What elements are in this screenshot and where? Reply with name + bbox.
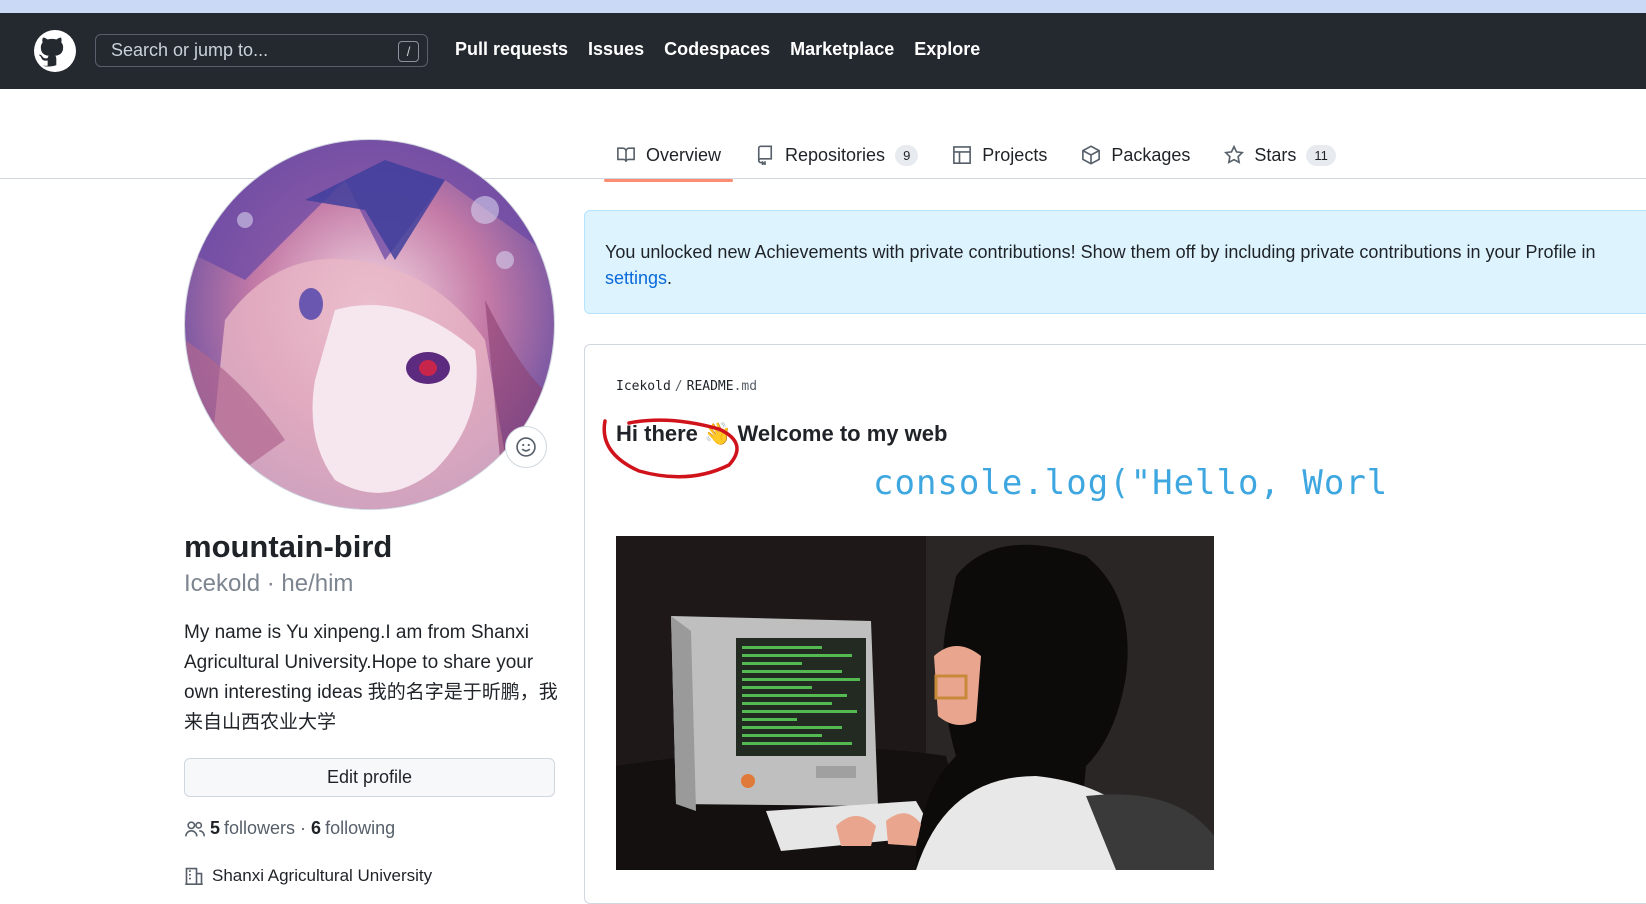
nav-pull-requests[interactable]: Pull requests [455, 39, 568, 60]
profile-readme: Icekold / README.md Hi there 👋 Welcome to … [584, 344, 1646, 904]
stars-count: 11 [1306, 144, 1336, 166]
following-link[interactable]: 6 following [311, 818, 395, 839]
tab-packages-label: Packages [1111, 144, 1191, 165]
readme-owner[interactable]: Icekold [616, 379, 671, 394]
nav-explore[interactable]: Explore [914, 39, 980, 60]
tab-overview-label: Overview [646, 144, 722, 165]
nav-codespaces[interactable]: Codespaces [664, 39, 770, 60]
red-annotation-circle [602, 418, 739, 479]
readme-filename[interactable]: README [687, 379, 734, 394]
nav-issues[interactable]: Issues [588, 39, 644, 60]
book-icon [617, 147, 635, 163]
readme-extension: .md [733, 379, 758, 394]
nav-marketplace[interactable]: Marketplace [790, 39, 894, 60]
path-separator: / [674, 379, 683, 394]
repositories-count: 9 [895, 144, 919, 166]
profile-organization: Shanxi Agricultural University [184, 866, 432, 886]
profile-tabs: Overview Repositories 9 Projects Package… [604, 130, 1358, 182]
browser-strip [0, 0, 1646, 13]
smiley-icon [516, 437, 536, 457]
github-logo-icon[interactable] [34, 30, 76, 72]
edit-profile-button[interactable]: Edit profile [184, 758, 555, 797]
star-icon [1224, 145, 1245, 164]
search-input[interactable]: Search or jump to... / [95, 34, 428, 67]
package-icon [1082, 145, 1101, 165]
tab-overview[interactable]: Overview [604, 130, 734, 182]
tab-repositories[interactable]: Repositories 9 [743, 130, 930, 180]
table-icon [953, 146, 972, 164]
tab-projects-label: Projects [982, 144, 1048, 165]
profile-bio: My name is Yu xinpeng.I am from Shanxi A… [184, 622, 558, 733]
settings-link[interactable]: settings [605, 268, 667, 288]
tab-repositories-label: Repositories [785, 144, 886, 165]
avatar-container [184, 139, 555, 510]
set-status-button[interactable] [505, 426, 547, 468]
followers-count: 5 [210, 818, 221, 838]
followers-label: followers [224, 818, 296, 838]
tab-stars-label: Stars [1254, 144, 1297, 165]
achievements-banner: You unlocked new Achievements with priva… [584, 210, 1646, 314]
tab-stars[interactable]: Stars 11 [1212, 130, 1348, 180]
search-placeholder: Search or jump to... [111, 40, 269, 60]
console-typing-text: console.log("Hello, Worl [873, 463, 1389, 503]
following-label: following [325, 818, 396, 838]
organization-name: Shanxi Agricultural University [212, 866, 433, 885]
global-header: Search or jump to... / Pull requests Iss… [0, 13, 1646, 89]
banner-text: You unlocked new Achievements with priva… [605, 242, 1596, 262]
organization-icon [185, 867, 203, 885]
readme-path: Icekold / README.md [616, 379, 757, 394]
search-shortcut-key: / [398, 41, 419, 62]
profile-login: Icekold · he/him [184, 570, 354, 597]
repo-icon [757, 145, 773, 165]
avatar[interactable] [184, 139, 555, 510]
tab-projects[interactable]: Projects [940, 130, 1059, 180]
stats-separator: · [295, 818, 312, 838]
banner-tail: . [667, 268, 673, 288]
profile-name: mountain-bird [184, 529, 393, 564]
follow-stats: 5 followers · 6 following [184, 818, 395, 839]
following-count: 6 [311, 818, 322, 838]
people-icon [185, 820, 205, 836]
followers-link[interactable]: 5 followers [210, 818, 295, 839]
global-nav: Pull requests Issues Codespaces Marketpl… [455, 39, 980, 60]
tab-packages[interactable]: Packages [1069, 130, 1202, 180]
coding-animation-image [616, 536, 1214, 870]
